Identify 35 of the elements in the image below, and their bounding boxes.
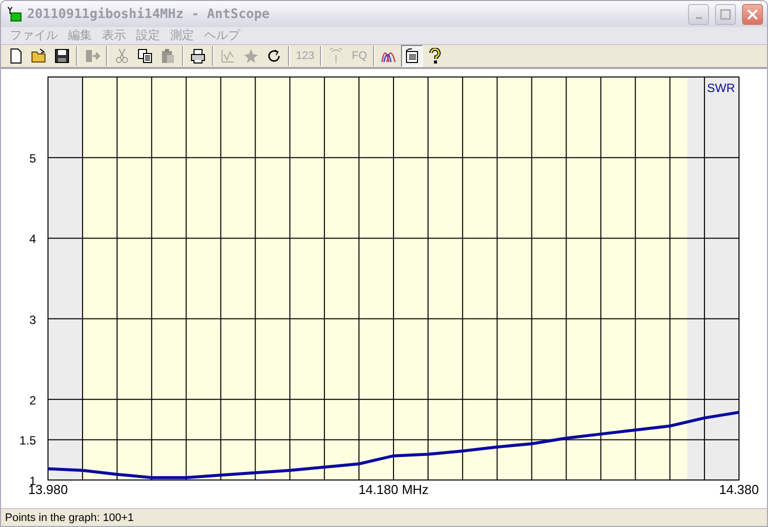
y-tick-label: 5 [29, 152, 36, 166]
close-icon [747, 8, 758, 20]
status-text: Points in the graph: 100+1 [5, 512, 134, 524]
page-icon [8, 48, 24, 64]
menu-item[interactable]: 表示 [97, 27, 131, 44]
menu-item[interactable]: 設定 [131, 27, 165, 44]
refresh-icon [266, 48, 282, 64]
scissors-icon [114, 48, 130, 64]
y-tick-label: 2 [29, 394, 36, 408]
y-tick-label: 4 [29, 232, 36, 247]
x-tick-label: 14.380 [719, 482, 759, 498]
window-title: 20110911giboshi14MHz - AntScope [27, 6, 271, 22]
printer-icon [190, 48, 206, 64]
chart-icon [220, 48, 236, 64]
app-icon [7, 6, 23, 22]
minimize-icon [696, 16, 702, 19]
y-tick-label: 3 [29, 313, 36, 328]
x-tick-label: 14.180 MHz [358, 482, 429, 498]
close-button[interactable] [742, 4, 763, 25]
y-tick-label: 1.5 [19, 434, 36, 448]
menu-item[interactable]: ファイル [5, 27, 63, 44]
menu-item[interactable]: 編集 [63, 27, 97, 44]
series-label: SWR [707, 81, 735, 96]
maximize-icon [720, 8, 731, 20]
door-arrow-icon [84, 48, 100, 64]
menu-item[interactable]: 測定 [165, 27, 199, 44]
copy-icon [137, 48, 153, 64]
list-icon [404, 48, 420, 64]
question-mark-icon [427, 48, 444, 64]
clipboard-icon [160, 48, 176, 64]
antenna-icon [328, 48, 344, 64]
star-icon [243, 48, 259, 64]
toolbar-button[interactable] [401, 45, 424, 68]
folder-icon [31, 48, 47, 64]
menu-item[interactable]: ヘルプ [199, 27, 245, 44]
